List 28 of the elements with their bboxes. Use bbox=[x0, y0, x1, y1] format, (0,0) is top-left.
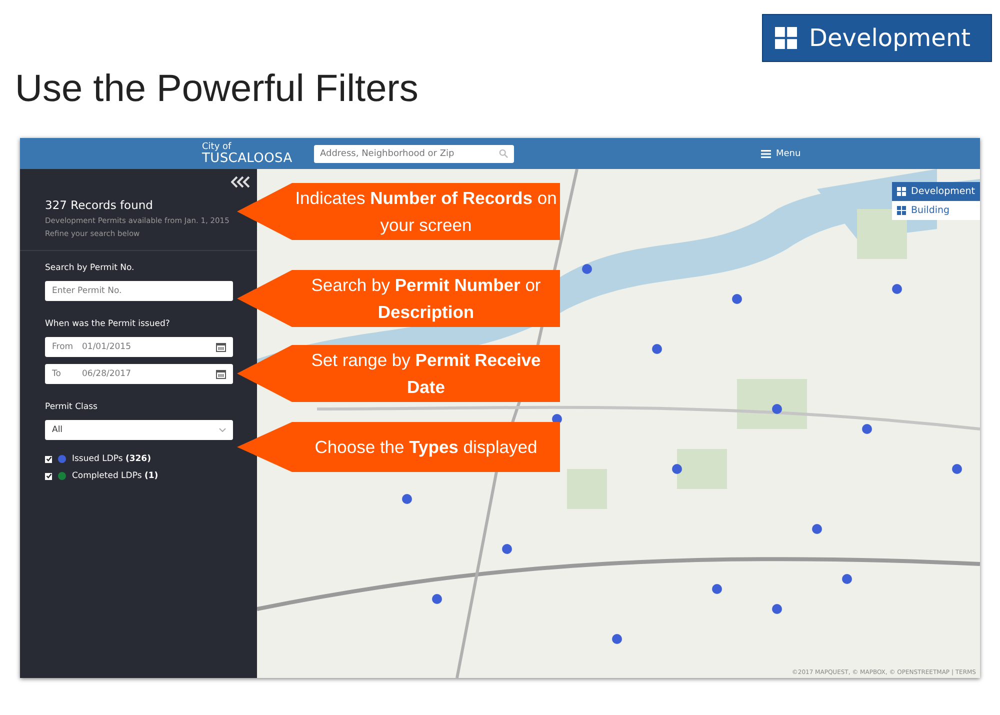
slide-title: Use the Powerful Filters bbox=[15, 67, 420, 112]
layer-toggle[interactable]: Development bbox=[892, 182, 980, 201]
grid-icon bbox=[897, 206, 906, 215]
collapse-icon[interactable] bbox=[231, 176, 251, 188]
menu-icon bbox=[761, 150, 771, 158]
checkbox[interactable] bbox=[45, 472, 52, 480]
records-count: 327 Records found bbox=[45, 198, 154, 212]
section-badge: Development bbox=[762, 14, 992, 62]
permit-field[interactable]: Enter Permit No. bbox=[45, 281, 233, 301]
calendar-icon[interactable] bbox=[216, 342, 226, 352]
checkbox[interactable] bbox=[45, 456, 52, 462]
field-label: Permit Class bbox=[45, 402, 98, 412]
field-label: When was the Permit issued? bbox=[45, 319, 171, 329]
field-label: Search by Permit No. bbox=[45, 263, 136, 273]
menu-button[interactable]: Menu bbox=[759, 146, 803, 160]
class-dropdown[interactable]: All bbox=[45, 420, 233, 440]
legend-label: Completed LDPs (1) bbox=[72, 471, 158, 481]
legend-label: Issued LDPs (326) bbox=[72, 454, 151, 464]
city-logo: City of TUSCALOOSA bbox=[202, 142, 294, 164]
grid-icon bbox=[775, 27, 797, 49]
calendar-icon[interactable] bbox=[216, 369, 226, 379]
grid-icon bbox=[897, 187, 906, 196]
date-field[interactable]: From 01/01/2015 bbox=[45, 337, 233, 357]
search-field[interactable]: Address, Neighborhood or Zip bbox=[314, 144, 514, 162]
layer-toggle[interactable]: Building bbox=[892, 201, 980, 220]
date-field[interactable]: To 06/28/2017 bbox=[45, 364, 233, 384]
search-icon bbox=[499, 149, 508, 158]
chevron-icon bbox=[219, 428, 226, 432]
